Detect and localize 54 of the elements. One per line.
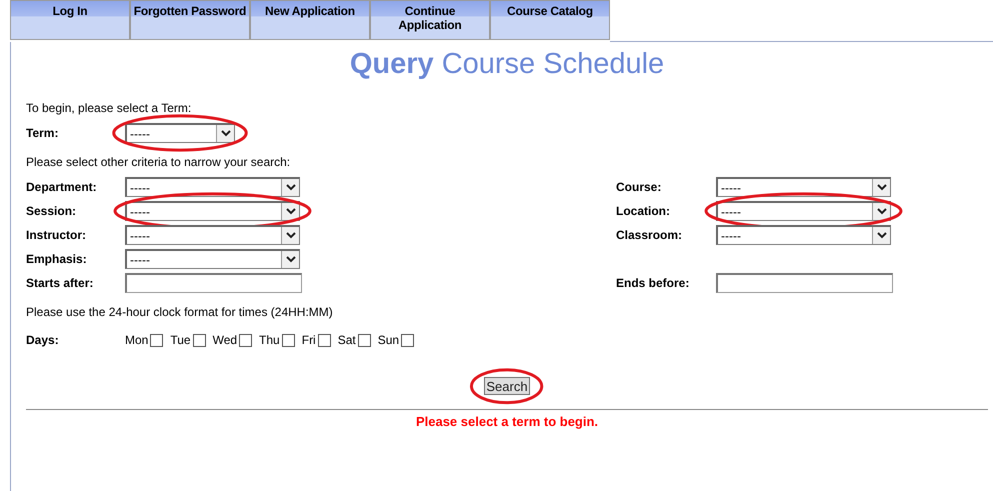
chevron-down-icon bbox=[872, 179, 890, 196]
day-label: Thu bbox=[259, 332, 280, 349]
checkbox[interactable] bbox=[401, 334, 414, 346]
nav-tab[interactable]: Continue Application bbox=[370, 0, 490, 40]
field-label: Emphasis: bbox=[26, 251, 88, 268]
field-label: Department: bbox=[26, 179, 98, 196]
dropdown[interactable]: ----- bbox=[716, 225, 891, 245]
field-label: Ends before: bbox=[616, 275, 690, 292]
checkbox[interactable] bbox=[150, 334, 164, 346]
dropdown[interactable]: ----- bbox=[125, 201, 300, 221]
dropdown[interactable]: ----- bbox=[125, 123, 235, 143]
day-label: Wed bbox=[212, 332, 238, 349]
dropdown[interactable]: ----- bbox=[716, 201, 891, 221]
chevron-down-icon bbox=[872, 203, 890, 220]
day-label: Tue bbox=[170, 332, 191, 349]
chevron-down-icon bbox=[872, 227, 890, 244]
chevron-down-icon bbox=[281, 203, 299, 220]
field-label: Term: bbox=[26, 125, 60, 142]
dropdown[interactable]: ----- bbox=[716, 177, 891, 197]
input-field[interactable] bbox=[716, 273, 893, 293]
field-label: Classroom: bbox=[616, 227, 684, 244]
chevron-down-icon bbox=[281, 179, 299, 196]
day-label: Mon bbox=[125, 332, 148, 349]
day-label: Sun bbox=[378, 332, 400, 349]
chevron-down-icon bbox=[281, 251, 299, 268]
instruction-text: To begin, please select a Term: bbox=[26, 100, 192, 117]
error-message: Please select a term to begin. bbox=[414, 412, 600, 431]
nav-tab[interactable]: Log In bbox=[10, 0, 130, 40]
checkbox[interactable] bbox=[282, 334, 295, 346]
field-label: Starts after: bbox=[26, 275, 94, 292]
instruction-text: Please select other criteria to narrow your search: bbox=[26, 154, 292, 171]
search-button[interactable]: Search bbox=[484, 377, 530, 395]
nav-tab[interactable]: New Application bbox=[250, 0, 370, 40]
day-label: Fri bbox=[302, 332, 316, 349]
dropdown[interactable]: ----- bbox=[125, 225, 300, 245]
dropdown[interactable]: ----- bbox=[125, 177, 300, 197]
checkbox[interactable] bbox=[239, 334, 252, 346]
dropdown[interactable]: ----- bbox=[125, 249, 300, 269]
day-label: Sat bbox=[338, 332, 356, 349]
checkbox[interactable] bbox=[318, 334, 331, 346]
instruction-text: Please use the 24-hour clock format for times (24HH:MM) bbox=[26, 304, 334, 321]
chevron-down-icon bbox=[216, 125, 234, 142]
checkbox[interactable] bbox=[192, 334, 206, 346]
field-label: Course: bbox=[616, 179, 662, 196]
nav-tab[interactable]: Forgotten Password bbox=[130, 0, 250, 40]
nav-tab[interactable]: Course Catalog bbox=[490, 0, 610, 40]
page-title: Query Course Schedule bbox=[350, 48, 664, 80]
field-label: Session: bbox=[26, 203, 78, 220]
checkbox[interactable] bbox=[358, 334, 371, 346]
field-label: Location: bbox=[616, 203, 671, 220]
field-label: Days: bbox=[26, 332, 60, 349]
chevron-down-icon bbox=[281, 227, 299, 244]
field-label: Instructor: bbox=[26, 227, 87, 244]
input-field[interactable] bbox=[125, 273, 302, 293]
